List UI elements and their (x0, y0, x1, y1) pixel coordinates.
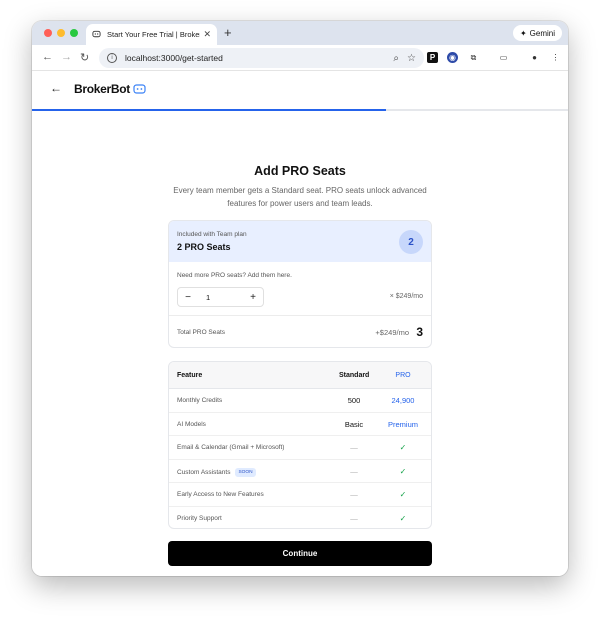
table-header: Feature Standard PRO (169, 362, 431, 389)
feature-name: Email & Calendar (Gmail + Microsoft) (177, 444, 285, 451)
feature-cell: AI Models (177, 421, 206, 428)
feature-name: Early Access to New Features (177, 491, 264, 498)
pro-cell: 24,900 (391, 396, 415, 405)
continue-button[interactable]: Continue (168, 541, 432, 566)
quantity-input[interactable]: 1 (198, 293, 243, 302)
url-text: localhost:3000/get-started (125, 53, 223, 63)
close-window-button[interactable] (44, 29, 52, 37)
comparison-table: Feature Standard PRO Monthly Credits 500 2… (168, 361, 432, 529)
bookmark-star-icon[interactable]: ☆ (407, 53, 416, 64)
seat-quantity-stepper: − 1 + (177, 287, 264, 307)
feature-name: Priority Support (177, 514, 222, 522)
forward-icon[interactable]: → (61, 51, 72, 63)
included-count-badge: 2 (399, 230, 423, 254)
standard-cell: — (350, 513, 358, 523)
standard-cell: — (350, 466, 358, 476)
browser-window: Start Your Free Trial | BrokerB ✕ + ✦ Ge… (32, 21, 568, 576)
gemini-button[interactable]: ✦ Gemini (512, 25, 562, 41)
zoom-icon[interactable]: ⌕ (393, 53, 399, 64)
decrement-button[interactable]: − (178, 292, 198, 303)
progress-fill (32, 109, 386, 111)
profile-avatar-icon[interactable]: ● (529, 52, 540, 63)
reload-icon[interactable]: ↻ (80, 51, 89, 64)
table-row: Email & Calendar (Gmail + Microsoft) — ✓ (169, 436, 431, 460)
standard-header: Standard (339, 372, 370, 379)
feature-cell: Custom Assistants SOON (177, 467, 256, 477)
standard-cell: Basic (344, 419, 364, 429)
tab-bar: Start Your Free Trial | BrokerB ✕ + ✦ Ge… (32, 21, 568, 45)
sparkle-icon: ✦ (519, 28, 527, 38)
pro-cell: Premium (387, 419, 418, 429)
feature-cell: Priority Support (177, 515, 222, 522)
table-row: Monthly Credits 500 24,900 (169, 389, 431, 413)
feature-header: Feature (177, 372, 203, 379)
total-label: Total PRO Seats (177, 329, 226, 336)
included-label: Included with Team plan (177, 231, 247, 238)
table-row: Custom Assistants SOON — ✓ (169, 460, 431, 483)
feature-name: Monthly Credits (177, 397, 223, 404)
site-info-icon[interactable]: i (107, 53, 117, 63)
gemini-label: Gemini (529, 28, 555, 38)
page-subtitle: Every team member gets a Standard seat. … (173, 186, 427, 208)
check-icon: ✓ (399, 466, 407, 476)
extension-1password-icon[interactable]: ◉ (447, 52, 458, 63)
standard-cell: — (350, 443, 358, 452)
browser-tab[interactable]: Start Your Free Trial | BrokerB ✕ (86, 24, 217, 45)
maximize-window-button[interactable] (70, 29, 78, 37)
page: ← BrokerBot Add PRO Seats Every team mem… (32, 71, 568, 576)
standard-cell: 500 (347, 396, 361, 405)
standard-cell: — (350, 490, 358, 499)
feature-name: AI Models (177, 420, 206, 428)
check-icon: ✓ (399, 490, 407, 499)
check-icon: ✓ (399, 513, 407, 523)
logo: BrokerBot (74, 82, 146, 96)
feature-cell: Email & Calendar (Gmail + Microsoft) (177, 444, 284, 451)
close-tab-icon[interactable]: ✕ (203, 29, 211, 40)
chat-bubble-icon (92, 30, 101, 38)
included-value: 2 PRO Seats (177, 242, 231, 252)
soon-badge: SOON (235, 467, 256, 477)
total-price: +$249/mo (375, 328, 409, 337)
tab-title: Start Your Free Trial | BrokerB (107, 30, 201, 39)
table-row: Priority Support — ✓ (169, 507, 431, 529)
increment-button[interactable]: + (243, 292, 263, 303)
back-arrow-icon[interactable]: ← (50, 81, 62, 95)
tab-search-icon[interactable]: ▭ (498, 52, 509, 63)
back-icon[interactable]: ← (42, 51, 53, 63)
feature-cell: Early Access to New Features (177, 491, 264, 498)
need-more-label: Need more PRO seats? Add them here. (177, 272, 292, 279)
more-menu-icon[interactable]: ⋮ (550, 52, 561, 63)
extensions-puzzle-icon[interactable]: ⧉ (468, 52, 479, 63)
total-count: 3 (416, 325, 423, 339)
new-tab-button[interactable]: + (224, 25, 232, 40)
divider (169, 315, 431, 316)
logo-text: BrokerBot (74, 82, 130, 96)
check-icon: ✓ (399, 443, 407, 452)
browser-toolbar: ← → ↻ i localhost:3000/get-started ⌕ ☆ P… (32, 45, 568, 71)
minimize-window-button[interactable] (57, 29, 65, 37)
extension-p-icon[interactable]: P (427, 52, 438, 63)
seats-card: Included with Team plan 2 PRO Seats 2 Ne… (168, 220, 432, 348)
bot-icon (133, 84, 146, 94)
address-bar[interactable]: i localhost:3000/get-started ⌕ ☆ (99, 48, 424, 68)
feature-cell: Monthly Credits (177, 397, 222, 404)
feature-name: Custom Assistants (177, 468, 231, 476)
app-header: ← BrokerBot (32, 71, 568, 109)
table-row: AI Models Basic Premium (169, 413, 431, 436)
per-seat-price: × $249/mo (389, 293, 423, 300)
table-row: Early Access to New Features — ✓ (169, 483, 431, 507)
included-seats-panel: Included with Team plan 2 PRO Seats 2 (169, 221, 431, 262)
pro-header: PRO (395, 372, 411, 379)
page-title: Add PRO Seats (254, 164, 346, 178)
progress-bar (32, 109, 568, 111)
